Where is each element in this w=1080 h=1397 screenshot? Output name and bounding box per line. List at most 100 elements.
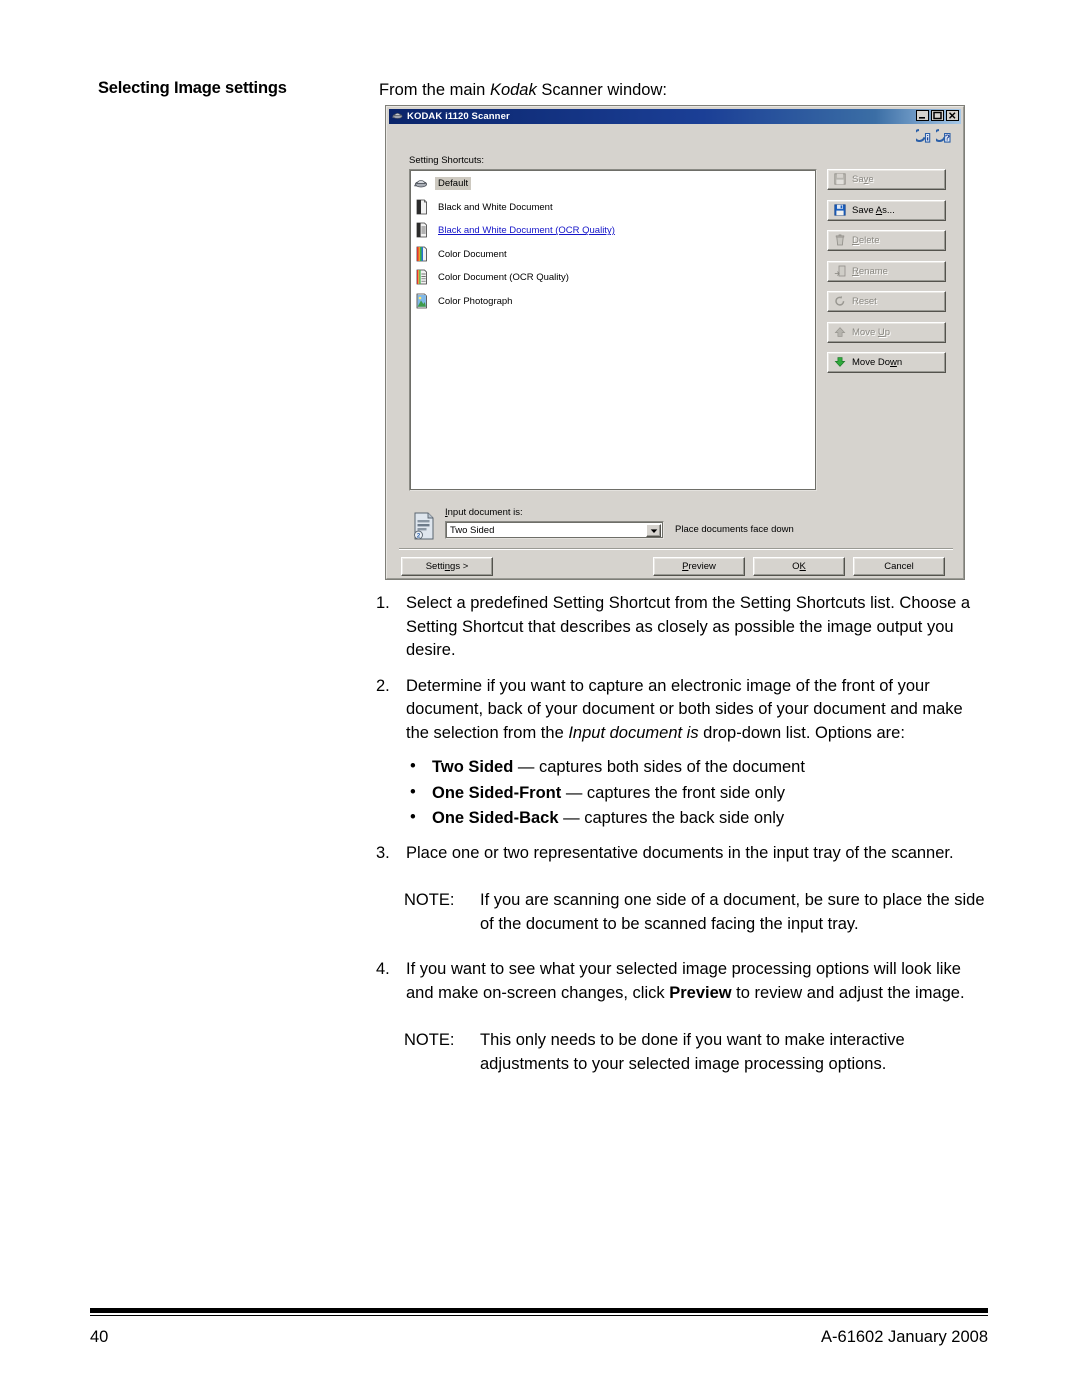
move-up-button[interactable]: Move Up: [827, 321, 946, 343]
two-sided-document-icon: 2: [411, 511, 437, 541]
save-as-button-label: Save As...: [852, 204, 895, 216]
save-as-button[interactable]: Save As...: [827, 199, 946, 221]
rename-icon: [834, 265, 847, 278]
intro-prefix: From the main: [379, 81, 490, 99]
list-item: • One Sided-Back — captures the back sid…: [404, 806, 990, 832]
step-number: 1.: [376, 594, 390, 612]
bw-document-ocr-icon: [414, 222, 429, 239]
input-document-select[interactable]: Two Sided: [445, 521, 664, 539]
bw-document-icon: [414, 199, 429, 216]
note-block: NOTE: If you are scanning one side of a …: [404, 889, 990, 936]
dialog-titlebar[interactable]: KODAK i1120 Scanner: [389, 109, 961, 124]
scanner-app-icon: [392, 110, 403, 124]
instruction-step: 4. If you want to see what your selected…: [376, 958, 990, 1005]
bullet-desc: — captures the front side only: [561, 783, 786, 802]
setting-shortcuts-label: Setting Shortcuts:: [409, 155, 484, 166]
preview-button[interactable]: Preview: [653, 557, 745, 576]
footer-rule-thin: [90, 1315, 988, 1316]
document-id: A-61602 January 2008: [821, 1328, 988, 1346]
list-item[interactable]: Black and White Document (OCR Quality): [410, 219, 816, 243]
bullet-term: Two Sided: [432, 758, 514, 776]
bullet-term: One Sided-Front: [432, 783, 562, 802]
floppy-disk-icon: [834, 203, 847, 217]
setting-shortcuts-list[interactable]: Default Black and White Document Black a…: [409, 169, 817, 491]
settings-button[interactable]: Settings >: [401, 557, 493, 576]
bullet-desc: — captures both sides of the document: [513, 758, 805, 776]
minimize-icon[interactable]: [916, 110, 929, 121]
move-down-button[interactable]: Move Down: [827, 352, 946, 373]
ok-button[interactable]: OK: [753, 557, 845, 576]
intro-line: From the main Kodak Scanner window:: [379, 80, 667, 101]
dialog-title-text: KODAK i1120 Scanner: [407, 111, 510, 122]
note-text: If you are scanning one side of a docume…: [480, 891, 985, 933]
instruction-step: 1. Select a predefined Setting Shortcut …: [376, 592, 990, 663]
place-documents-hint: Place documents face down: [675, 524, 794, 535]
cancel-button[interactable]: Cancel: [853, 557, 945, 576]
footer: 40 A-61602 January 2008: [90, 1328, 988, 1347]
maximize-icon[interactable]: [931, 110, 944, 121]
bullet-desc: — captures the back side only: [558, 809, 785, 827]
list-item: • One Sided-Front — captures the front s…: [404, 781, 990, 807]
note-label: NOTE:: [404, 891, 455, 909]
list-item-label: Black and White Document (OCR Quality): [438, 225, 615, 237]
list-item-label: Black and White Document: [438, 201, 553, 213]
document-page: Selecting Image settings From the main K…: [0, 0, 1080, 1397]
cancel-button-label: Cancel: [884, 561, 914, 572]
delete-button-label: Delete: [852, 235, 880, 246]
list-item-label: Color Document: [438, 248, 507, 260]
list-item[interactable]: Color Document: [410, 243, 816, 267]
bullet-dot: •: [410, 757, 416, 775]
bullet-term: One Sided-Back: [432, 809, 559, 827]
trash-can-icon: [834, 234, 847, 247]
move-up-button-label: Move Up: [852, 326, 891, 338]
options-bullet-list: • Two Sided — captures both sides of the…: [404, 755, 990, 832]
list-item: • Two Sided — captures both sides of the…: [404, 755, 990, 781]
step-text: If you want to see what your selected im…: [406, 960, 965, 1002]
list-item[interactable]: Color Document (OCR Quality): [410, 266, 816, 290]
note-block: NOTE: This only needs to be done if you …: [404, 1029, 990, 1076]
info-help-icon[interactable]: [912, 127, 933, 147]
floppy-disk-icon: [834, 173, 847, 186]
kodak-scanner-dialog: KODAK i1120 Scanner ? Setting Shortcuts:…: [386, 106, 964, 579]
reset-button[interactable]: Reset: [827, 291, 946, 312]
list-item[interactable]: Default: [410, 172, 816, 196]
instructions-list: 1. Select a predefined Setting Shortcut …: [0, 592, 1080, 1088]
list-item-label: Color Document (OCR Quality): [438, 272, 569, 284]
intro-italic-kodak: Kodak: [489, 81, 537, 99]
chevron-down-icon[interactable]: [646, 524, 661, 537]
list-item[interactable]: Black and White Document: [410, 196, 816, 220]
note-label: NOTE:: [404, 1031, 455, 1049]
save-button[interactable]: Save: [827, 169, 946, 190]
move-down-button-label: Move Down: [852, 357, 903, 368]
help-icon-group: ?: [912, 127, 953, 147]
page-number: 40: [90, 1328, 109, 1346]
footer-rule: [90, 1308, 988, 1316]
step-text: Place one or two representative document…: [406, 843, 954, 862]
reset-button-label: Reset: [852, 296, 877, 307]
instruction-step: 3. Place one or two representative docum…: [376, 842, 990, 866]
close-icon[interactable]: [946, 110, 959, 121]
delete-button[interactable]: Delete: [827, 230, 946, 251]
scanner-icon: [414, 175, 429, 192]
bullet-dot: •: [410, 808, 416, 826]
svg-text:?: ?: [945, 132, 950, 142]
step-number: 4.: [376, 960, 390, 978]
color-document-icon: [414, 246, 429, 263]
save-button-label: Save: [852, 174, 874, 185]
bullet-dot: •: [410, 782, 416, 801]
rename-button[interactable]: Rename: [827, 260, 946, 282]
arrow-down-icon: [834, 356, 847, 369]
shortcut-action-buttons: Save Save As... Delete Rename Reset Move…: [827, 169, 946, 383]
input-document-value: Two Sided: [450, 524, 495, 536]
dialog-divider: [399, 548, 953, 550]
note-text: This only needs to be done if you want t…: [480, 1031, 905, 1073]
rename-button-label: Rename: [852, 265, 888, 277]
step-number: 3.: [376, 843, 390, 862]
question-help-icon[interactable]: ?: [932, 127, 953, 147]
preview-button-label: Preview: [682, 561, 716, 572]
ok-button-label: OK: [792, 561, 806, 572]
color-document-ocr-icon: [414, 269, 429, 286]
page-section-title: Selecting Image settings: [98, 79, 287, 97]
step-text: Determine if you want to capture an elec…: [406, 676, 963, 742]
list-item[interactable]: Color Photograph: [410, 290, 816, 314]
